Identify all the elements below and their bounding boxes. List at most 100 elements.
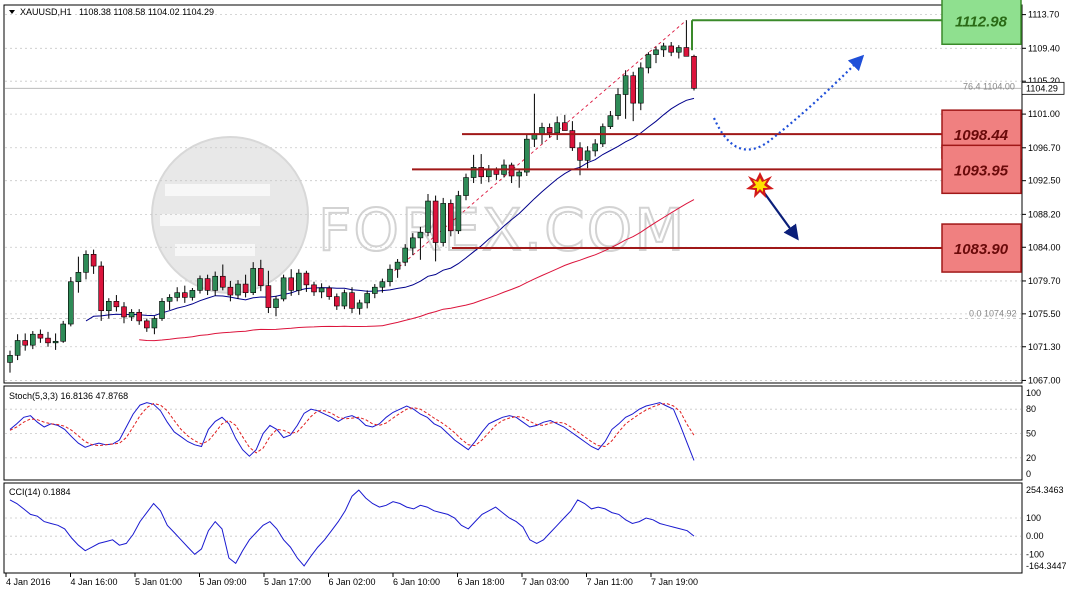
chart-header: XAUUSD,H1 1108.38 1108.58 1104.02 1104.2… (9, 7, 214, 17)
candle-body (136, 311, 142, 322)
level-label: 1112.98 (955, 13, 1008, 30)
candle-body (90, 254, 97, 267)
candle-body (485, 169, 492, 178)
candle-body (607, 115, 614, 127)
candle-body (546, 127, 553, 134)
candle-body (417, 232, 424, 239)
candle-body (577, 147, 583, 161)
cci-tick-label: 254.3463 (1026, 485, 1064, 495)
candle-body (691, 55, 697, 89)
stoch-panel (3, 385, 1023, 481)
candle-body (265, 285, 272, 308)
symbol-timeframe: XAUUSD,H1 (20, 7, 72, 17)
candle-body (166, 297, 173, 302)
cci-title: CCI(14) 0.1884 (9, 487, 71, 497)
candle-body (379, 281, 386, 288)
candle-body (508, 164, 515, 177)
candle-body (463, 177, 469, 196)
candle-body (257, 268, 264, 286)
candle-body (318, 287, 325, 293)
cci-panel (3, 482, 1023, 574)
ohlc-values: 1108.38 1108.58 1104.02 1104.29 (79, 7, 214, 17)
candle-body (75, 272, 82, 283)
candle-body (668, 45, 675, 53)
fib-level-0-label: 0.0 1074.92 (969, 308, 1017, 318)
stoch-title: Stoch(5,3,3) 16.8136 47.8768 (9, 391, 128, 401)
time-tick-label: 6 Jan 10:00 (393, 577, 440, 587)
cci-tick-label: -164.3447 (1026, 561, 1066, 571)
candle-body (493, 169, 500, 175)
candle-body (250, 268, 256, 293)
price-tick-label: 1092.50 (1028, 176, 1061, 186)
time-tick-label: 7 Jan 03:00 (522, 577, 569, 587)
candle (159, 298, 165, 321)
candle-body (144, 320, 150, 329)
price-tick-label: 1075.50 (1028, 309, 1061, 319)
time-tick-label: 5 Jan 01:00 (135, 577, 182, 587)
candle-body (60, 323, 67, 342)
candle-body (235, 283, 241, 296)
candle-body (52, 340, 59, 344)
candle-body (341, 292, 348, 307)
candle-body (98, 265, 104, 312)
cci-tick-label: 100 (1026, 513, 1041, 523)
candle-body (121, 306, 127, 318)
time-tick-label: 4 Jan 2016 (6, 577, 51, 587)
candle-body (311, 284, 317, 293)
time-tick-label: 4 Jan 16:00 (71, 577, 118, 587)
candle-body (68, 281, 74, 325)
candle-body (45, 337, 51, 344)
fib-level-76-label: 76.4 1104.00 (963, 82, 1015, 92)
time-tick-label: 7 Jan 19:00 (651, 577, 698, 587)
candle-body (333, 296, 340, 307)
time-tick-label: 6 Jan 02:00 (329, 577, 376, 587)
candle-body (630, 75, 637, 104)
candle-body (523, 138, 530, 173)
price-tick-label: 1071.30 (1028, 342, 1061, 352)
price-tick-label: 1109.40 (1028, 43, 1060, 53)
candle-body (113, 301, 120, 308)
candle-body (212, 275, 218, 291)
price-tick-label: 1084.00 (1028, 242, 1061, 252)
candle-body (83, 254, 89, 273)
candle-body (394, 261, 401, 270)
candle-body (182, 292, 188, 298)
time-tick-label: 6 Jan 18:00 (458, 577, 505, 587)
candle-body (242, 283, 249, 294)
candle-body (349, 292, 355, 309)
stoch-tick-label: 80 (1026, 404, 1036, 414)
candle-body (440, 203, 447, 243)
stoch-tick-label: 20 (1026, 453, 1036, 463)
candle (455, 190, 462, 234)
time-tick-label: 5 Jan 17:00 (264, 577, 311, 587)
candle-body (622, 75, 629, 95)
candle (280, 274, 287, 302)
trading-chart: FOREX.COM 76.4 1104.00 0.0 1074.92 1112.9… (3, 0, 1066, 587)
candle-body (554, 122, 561, 134)
price-tick-label: 1079.70 (1028, 276, 1061, 286)
candle (599, 123, 606, 147)
candle-body (645, 54, 652, 69)
candle-body (364, 293, 371, 304)
candle-body (303, 272, 310, 286)
level-label: 1098.44 (954, 127, 1009, 144)
cci-tick-label: 0.00 (1026, 531, 1044, 541)
candle-body (371, 286, 378, 294)
candle-body (432, 200, 439, 243)
candle-body (159, 301, 165, 319)
candle-body (220, 275, 226, 288)
candle-body (584, 150, 591, 161)
candle-body (425, 200, 431, 233)
candle-body (37, 333, 44, 339)
time-tick-label: 7 Jan 11:00 (587, 577, 633, 587)
candle-body (409, 237, 416, 249)
candle (440, 197, 447, 247)
time-tick-label: 5 Jan 09:00 (200, 577, 247, 587)
candle-body (29, 333, 36, 346)
candle-body (637, 67, 644, 104)
candle-body (197, 278, 203, 291)
candle-body (326, 287, 333, 297)
candle-body (516, 171, 523, 177)
candle-body (151, 318, 158, 329)
candle-body (447, 203, 454, 232)
